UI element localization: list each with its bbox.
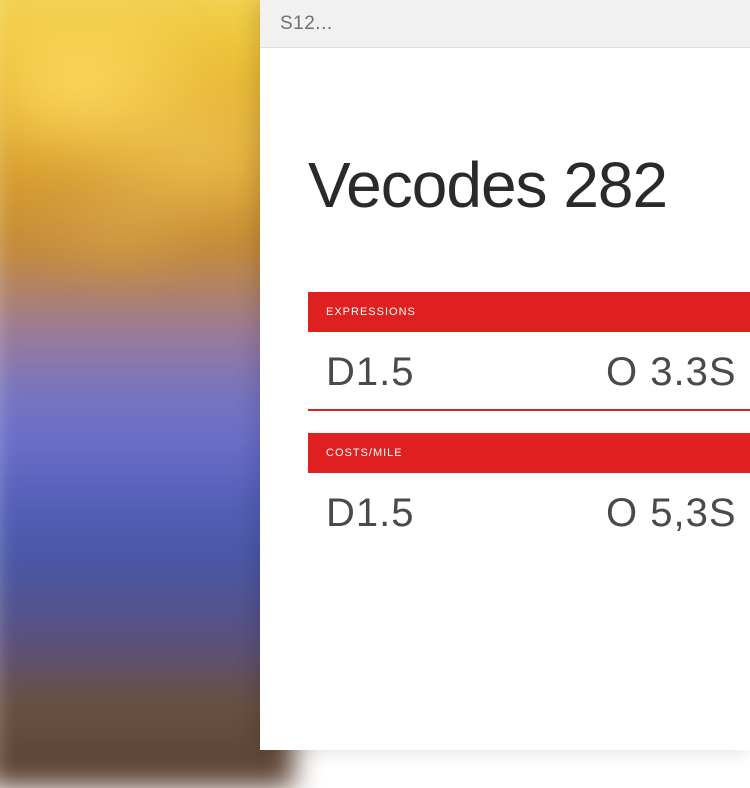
spacer xyxy=(308,411,750,433)
data-row-1[interactable]: D1.5 O 3.3S xyxy=(308,332,750,411)
data-row-2-right: O 5,3S xyxy=(606,491,737,536)
page-title: Vecodes 282 xyxy=(308,148,750,222)
window-title-bar[interactable]: S12... xyxy=(260,0,750,48)
data-row-2-left: D1.5 xyxy=(326,491,606,536)
section-header-1: EXPRESSIONS xyxy=(308,292,750,332)
window-title-text: S12... xyxy=(280,13,333,35)
window-content: Vecodes 282 EXPRESSIONS D1.5 O 3.3S COST… xyxy=(260,48,750,550)
wallpaper-cloud-layer xyxy=(0,0,280,300)
section-header-2-label: COSTS/MILE xyxy=(326,447,403,459)
section-header-2: COSTS/MILE xyxy=(308,433,750,473)
data-row-1-left: D1.5 xyxy=(326,350,606,395)
data-row-2[interactable]: D1.5 O 5,3S xyxy=(308,473,750,550)
data-row-1-right: O 3.3S xyxy=(606,350,737,395)
section-header-1-label: EXPRESSIONS xyxy=(326,306,416,318)
app-window: S12... Vecodes 282 EXPRESSIONS D1.5 O 3.… xyxy=(260,0,750,750)
